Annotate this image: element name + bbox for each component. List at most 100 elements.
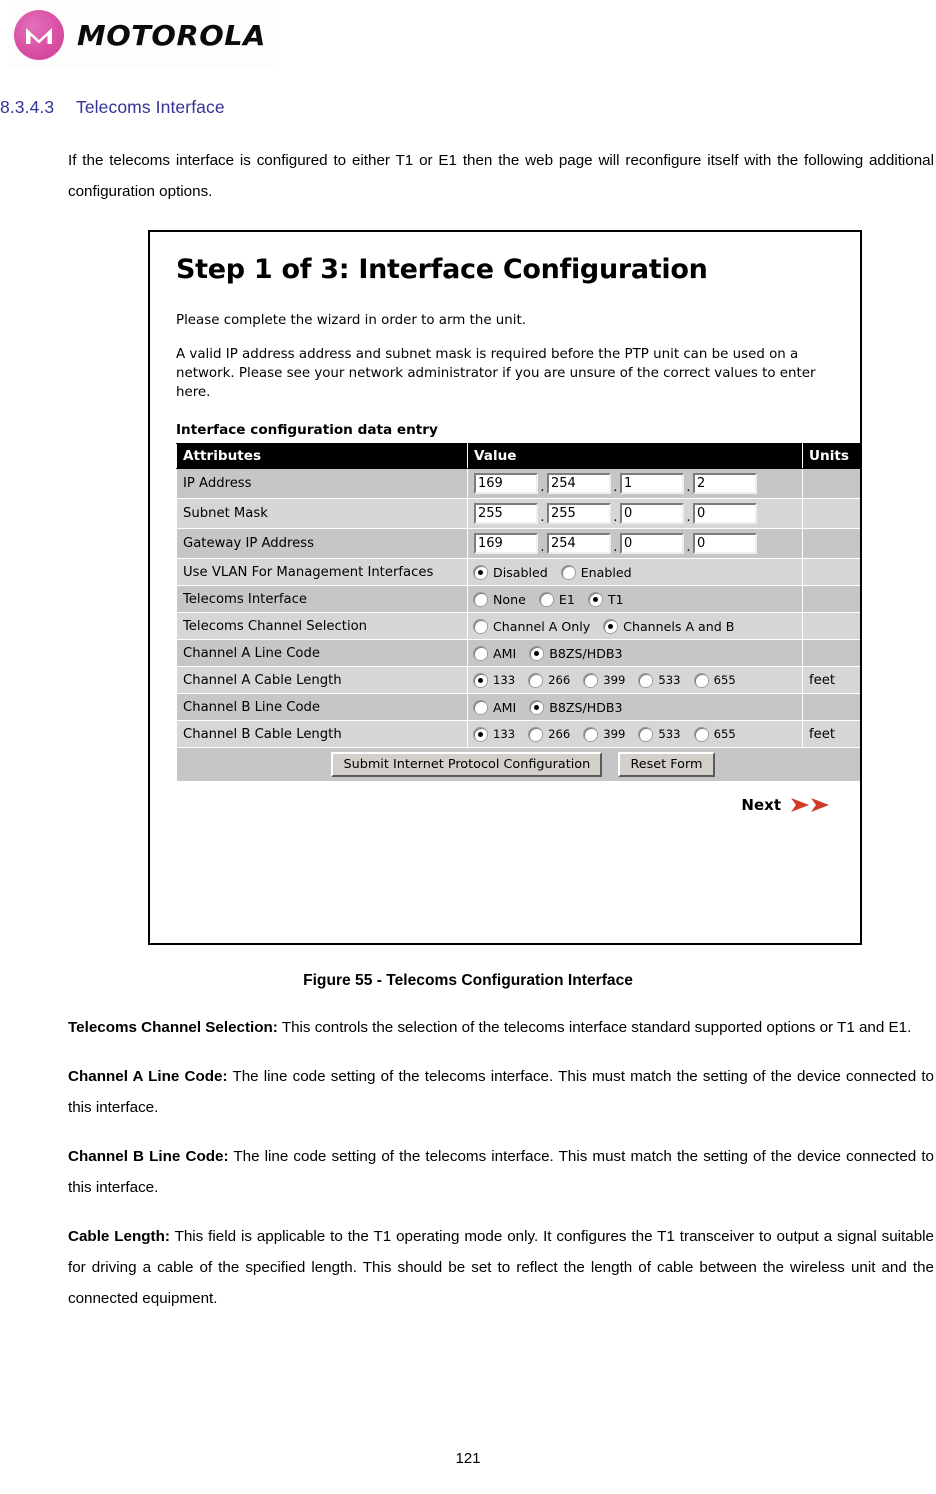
description-term: Channel A Line Code: <box>68 1068 228 1085</box>
row-value-cell: Channel A Only Channels A and B <box>467 612 803 640</box>
next-label: Next <box>741 796 781 814</box>
ip-separator: . <box>613 510 618 525</box>
section-title: Telecoms Interface <box>76 97 225 117</box>
wizard-screen: Step 1 of 3: Interface Configuration Ple… <box>176 254 860 814</box>
radio-button[interactable] <box>474 700 487 714</box>
radio-group: 133 266 399 533 655 <box>474 673 796 687</box>
radio-button[interactable] <box>474 619 487 633</box>
radio-button[interactable] <box>530 700 544 714</box>
ip-octet-input[interactable]: 254 <box>547 473 611 494</box>
ip-octet-input[interactable]: 169 <box>474 473 538 494</box>
radio-button[interactable] <box>474 646 487 660</box>
radio-button[interactable] <box>584 673 598 687</box>
ip-octet-input[interactable]: 2 <box>693 473 757 494</box>
ip-separator: . <box>540 540 545 555</box>
radio-option[interactable]: B8ZS/HDB3 <box>530 699 623 715</box>
description-term: Cable Length: <box>68 1228 170 1245</box>
double-chevron-right-icon[interactable] <box>790 797 832 813</box>
radio-option[interactable]: Disabled <box>474 565 548 580</box>
radio-button[interactable] <box>604 619 618 633</box>
radio-group: Disabled Enabled <box>474 565 796 580</box>
ip-separator: . <box>686 480 691 495</box>
radio-group: 133 266 399 533 655 <box>474 727 796 741</box>
ip-octet-input[interactable]: 254 <box>547 533 611 554</box>
radio-option[interactable]: 266 <box>529 727 570 741</box>
radio-option-label: AMI <box>493 645 517 661</box>
submit-internet-protocol-configuration-button[interactable]: Submit Internet Protocol Configuration <box>331 752 603 777</box>
motorola-wordmark: MOTOROLA <box>77 18 266 52</box>
row-attribute-label: Gateway IP Address <box>176 528 468 559</box>
radio-option[interactable]: Channel A Only <box>474 619 590 634</box>
radio-option[interactable]: 533 <box>639 727 681 741</box>
ip-octet-input[interactable]: 169 <box>474 533 538 554</box>
row-attribute-label: Channel B Line Code <box>176 693 468 721</box>
radio-group: AMI B8ZS/HDB3 <box>474 700 796 715</box>
radio-option[interactable]: 399 <box>584 673 625 687</box>
next-navigation[interactable]: Next <box>176 796 836 814</box>
radio-button[interactable] <box>639 727 653 741</box>
row-value-cell: Disabled Enabled <box>467 558 803 586</box>
radio-option[interactable]: None <box>474 592 526 607</box>
ip-octet-input[interactable]: 0 <box>693 503 757 524</box>
ip-separator: . <box>540 510 545 525</box>
document-body: If the telecoms interface is configured … <box>68 145 934 225</box>
radio-option[interactable]: 399 <box>584 727 625 741</box>
radio-option[interactable]: AMI <box>474 646 516 661</box>
radio-button[interactable] <box>561 565 575 579</box>
intro-paragraph: If the telecoms interface is configured … <box>68 152 934 200</box>
radio-option[interactable]: 533 <box>639 673 681 687</box>
ip-separator: . <box>613 480 618 495</box>
table-row: Use VLAN For Management Interfaces Disabl… <box>176 558 860 586</box>
description-term: Telecoms Channel Selection: <box>68 1019 278 1036</box>
radio-button[interactable] <box>474 727 487 741</box>
radio-button[interactable] <box>694 727 708 741</box>
radio-option[interactable]: 133 <box>474 727 515 741</box>
ip-octet-input[interactable]: 0 <box>620 533 684 554</box>
radio-option[interactable]: 655 <box>694 673 736 687</box>
table-row: Subnet Mask 255. 255. 0. 0 <box>176 498 860 529</box>
row-units-label <box>802 468 860 499</box>
radio-option[interactable]: 655 <box>694 727 736 741</box>
ip-octet-input[interactable]: 0 <box>693 533 757 554</box>
radio-option-label: B8ZS/HDB3 <box>549 699 623 715</box>
radio-option-label: 533 <box>658 673 681 687</box>
radio-button[interactable] <box>529 673 543 687</box>
radio-button[interactable] <box>474 565 487 579</box>
radio-button[interactable] <box>530 646 544 660</box>
radio-option-label: Channels A and B <box>623 618 735 634</box>
radio-option-label: 399 <box>603 727 626 741</box>
radio-option[interactable]: AMI <box>474 700 516 715</box>
radio-button[interactable] <box>584 727 598 741</box>
radio-button[interactable] <box>529 727 543 741</box>
ip-octet-input[interactable]: 0 <box>620 503 684 524</box>
table-row: Telecoms Interface None E1 T1 <box>176 585 860 613</box>
radio-option[interactable]: E1 <box>539 592 575 607</box>
ip-octet-input[interactable]: 255 <box>474 503 538 524</box>
radio-button[interactable] <box>588 592 602 606</box>
radio-option[interactable]: T1 <box>588 591 624 607</box>
ip-octet-input[interactable]: 1 <box>620 473 684 494</box>
radio-button[interactable] <box>694 673 708 687</box>
radio-option[interactable]: Channels A and B <box>604 619 734 634</box>
row-units-label <box>802 585 860 613</box>
radio-option[interactable]: 266 <box>529 673 570 687</box>
radio-option-label: T1 <box>607 591 624 607</box>
radio-option-label: 266 <box>548 727 571 741</box>
radio-option-label: None <box>493 591 526 607</box>
radio-option-label: 133 <box>493 673 516 687</box>
radio-button[interactable] <box>474 592 487 606</box>
radio-option[interactable]: B8ZS/HDB3 <box>530 645 623 661</box>
table-row: Channel A Line Code AMI B8ZS/HDB3 <box>176 639 860 667</box>
row-value-cell: 169. 254. 1. 2 <box>467 468 803 499</box>
radio-option[interactable]: Enabled <box>561 565 632 580</box>
reset-form-button[interactable]: Reset Form <box>618 752 715 777</box>
radio-option-label: B8ZS/HDB3 <box>549 645 623 661</box>
ip-octet-input[interactable]: 255 <box>547 503 611 524</box>
radio-button[interactable] <box>539 592 553 606</box>
radio-button[interactable] <box>474 673 487 687</box>
radio-option[interactable]: 133 <box>474 673 515 687</box>
radio-button[interactable] <box>639 673 653 687</box>
motorola-m-emblem-icon <box>14 10 64 60</box>
row-units-label <box>802 558 860 586</box>
interface-configuration-table: Attributes Value Units IP Address 169. 254… <box>176 443 860 782</box>
